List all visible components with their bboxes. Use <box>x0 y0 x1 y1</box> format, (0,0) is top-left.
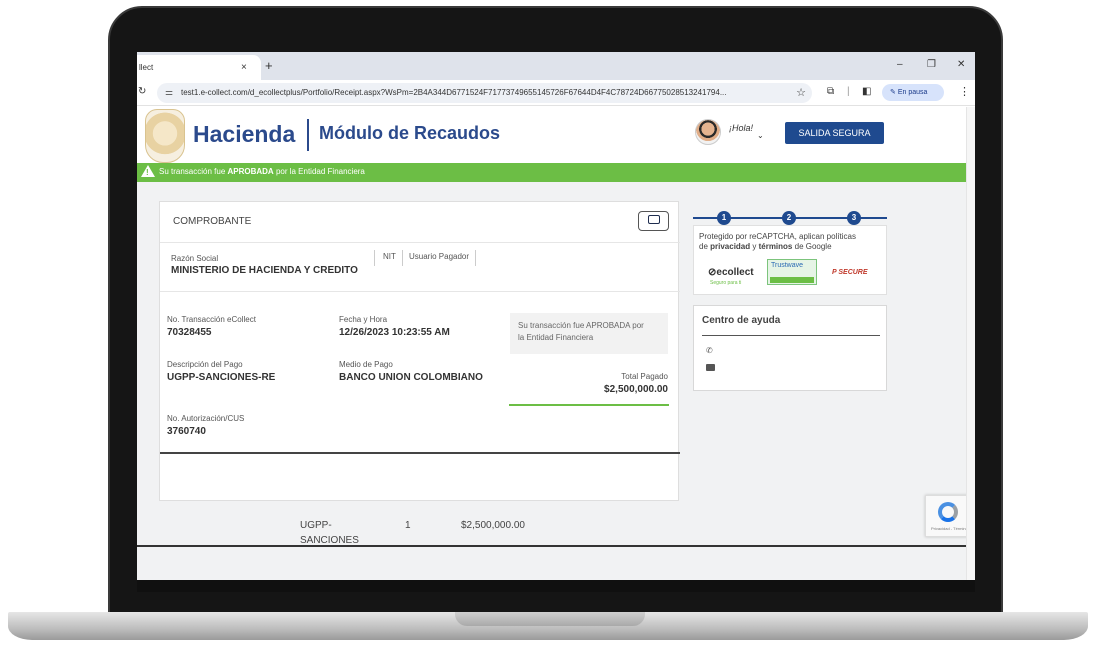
receipt-title: COMPROBANTE <box>173 216 252 227</box>
total-label: Total Pagado <box>621 372 668 381</box>
phone-icon[interactable]: ✆ <box>706 346 713 355</box>
razon-social-value: MINISTERIO DE HACIENDA Y CREDITO <box>171 265 358 276</box>
help-center: Centro de ayuda ✆ <box>693 305 887 391</box>
step-3: 3 <box>847 211 861 225</box>
tab-close-icon[interactable]: × <box>241 62 247 73</box>
terms-link[interactable]: términos <box>759 242 793 251</box>
profile-icon: ✎ <box>890 89 898 96</box>
minimize-icon[interactable]: – <box>897 59 903 70</box>
captcha-text-1: Protegido por reCAPTCHA, aplican polític… <box>699 232 856 241</box>
print-button[interactable] <box>638 211 669 231</box>
detail-amount: $2,500,000.00 <box>461 520 525 531</box>
descripcion-label: Descripción del Pago <box>167 360 243 369</box>
printer-icon <box>648 215 660 224</box>
status-text-2: la Entidad Financiera <box>518 333 594 342</box>
usuario-pagador-label: Usuario Pagador <box>402 250 477 266</box>
ecollect-logo: ⊘ecollect <box>708 267 754 278</box>
medio-label: Medio de Pago <box>339 360 393 369</box>
detail-desc-2: SANCIONES <box>300 535 359 545</box>
status-box: Su transacción fue APROBADA por la Entid… <box>510 313 668 354</box>
page: Hacienda Módulo de Recaudos ¡Hola! ⌄ SAL… <box>137 107 975 580</box>
divider <box>702 335 880 336</box>
new-tab-icon[interactable]: + <box>265 58 273 73</box>
total-underline <box>509 404 669 406</box>
site-settings-icon[interactable]: ⚌ <box>165 87 173 98</box>
security-box: Protegido por reCAPTCHA, aplican polític… <box>693 225 887 295</box>
autorizacion-value: 3760740 <box>167 426 206 437</box>
toolbar-separator: | <box>847 86 850 97</box>
trustwave-text: Trustwave <box>771 262 804 269</box>
ecollect-logo-text: ecollect <box>716 267 754 278</box>
divider <box>160 452 680 454</box>
browser-tab[interactable]: llect × <box>137 55 261 80</box>
restore-icon[interactable]: ❐ <box>927 59 936 70</box>
trustwave-seal: Trustwave <box>767 259 817 285</box>
content-area: COMPROBANTE Razón Social MINISTERIO DE H… <box>137 107 975 545</box>
transaccion-label: No. Transacción eCollect <box>167 315 256 324</box>
trustwave-bar <box>770 277 814 283</box>
laptop-mockup: llect × + – ❐ ✕ ↻ ⚌ test1.e-collect.com/… <box>0 0 1094 647</box>
privacy-link[interactable]: privacidad <box>710 242 750 251</box>
browser-menu-icon[interactable]: ⋮ <box>959 85 970 98</box>
razon-social-label: Razón Social <box>171 254 219 263</box>
recaptcha-badge[interactable]: Privacidad - Términos <box>925 495 971 537</box>
extensions-icon[interactable]: ⧉ <box>827 86 834 97</box>
page-scrollbar[interactable] <box>966 107 975 580</box>
captcha-notice: Protegido por reCAPTCHA, aplican polític… <box>699 232 885 252</box>
step-1: 1 <box>717 211 731 225</box>
divider <box>160 242 680 243</box>
fecha-label: Fecha y Hora <box>339 315 388 324</box>
receipt-card: COMPROBANTE Razón Social MINISTERIO DE H… <box>159 201 680 501</box>
ecollect-tagline: Seguro para ti <box>710 280 742 286</box>
autorizacion-label: No. Autorización/CUS <box>167 414 245 423</box>
reload-icon[interactable]: ↻ <box>138 86 146 97</box>
laptop-bezel <box>137 580 975 592</box>
medio-value: BANCO UNION COLOMBIANO <box>339 372 483 383</box>
detail-qty: 1 <box>405 520 411 531</box>
tab-title: llect <box>139 63 154 72</box>
paused-label: En pausa <box>897 89 928 96</box>
screen: llect × + – ❐ ✕ ↻ ⚌ test1.e-collect.com/… <box>137 52 975 580</box>
status-text-1: Su transacción fue APROBADA por <box>518 321 644 330</box>
total-value: $2,500,000.00 <box>604 384 668 395</box>
captcha-text-2: de <box>699 242 711 251</box>
browser-toolbar: ↻ ⚌ test1.e-collect.com/d_ecollectplus/P… <box>137 80 975 106</box>
side-panel-icon[interactable]: ◧ <box>862 86 871 97</box>
fecha-value: 12/26/2023 10:23:55 AM <box>339 327 450 338</box>
browser-tabstrip: llect × + – ❐ ✕ <box>137 52 975 80</box>
captcha-and: y <box>750 242 759 251</box>
descripcion-value: UGPP-SANCIONES-RE <box>167 372 276 383</box>
transaccion-value: 70328455 <box>167 327 212 338</box>
detail-desc-1: UGPP- <box>300 520 332 531</box>
recaptcha-links[interactable]: Privacidad - Términos <box>931 526 970 531</box>
bookmark-star-icon[interactable]: ☆ <box>796 86 806 99</box>
profile-paused-button[interactable]: ✎ En pausa <box>882 84 944 101</box>
mail-icon[interactable] <box>706 364 715 371</box>
address-bar[interactable]: ⚌ test1.e-collect.com/d_ecollectplus/Por… <box>157 83 812 103</box>
psecure-logo: P SECURE <box>832 269 868 276</box>
laptop-notch <box>455 612 645 626</box>
url-text: test1.e-collect.com/d_ecollectplus/Portf… <box>181 88 727 97</box>
divider <box>137 545 975 547</box>
help-title: Centro de ayuda <box>702 315 781 326</box>
nit-label: NIT <box>374 250 402 266</box>
step-2: 2 <box>782 211 796 225</box>
divider <box>160 291 680 292</box>
recaptcha-icon <box>938 502 958 522</box>
captcha-text-3: de Google <box>792 242 832 251</box>
close-window-icon[interactable]: ✕ <box>957 59 965 70</box>
